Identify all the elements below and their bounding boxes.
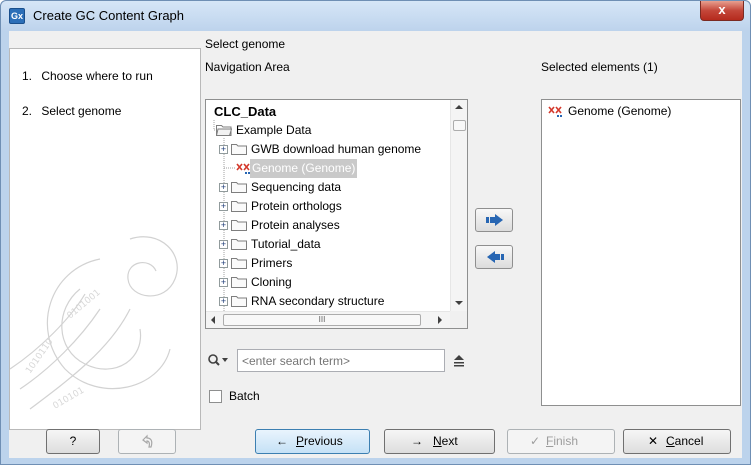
genome-icon	[548, 106, 562, 117]
tree-item[interactable]: + GWB download human genome	[206, 140, 450, 159]
folder-icon	[231, 201, 247, 212]
previous-button[interactable]: ← Previous	[255, 429, 370, 454]
tree-item[interactable]: + Primers	[206, 254, 450, 273]
cancel-button[interactable]: ✕ Cancel	[623, 429, 731, 454]
tree-item[interactable]: + Cloning	[206, 273, 450, 292]
title-bar[interactable]: Gx Create GC Content Graph x	[1, 1, 750, 31]
tree-item-label: Protein analyses	[251, 218, 340, 232]
search-row	[205, 349, 467, 373]
tree-item[interactable]: + Tutorial_data	[206, 235, 450, 254]
folder-icon	[231, 144, 247, 155]
scroll-right-arrow-icon[interactable]	[437, 316, 443, 324]
selected-item-label: Genome (Genome)	[568, 104, 672, 118]
tree-item-label: Primers	[251, 256, 293, 270]
expand-icon[interactable]: +	[219, 259, 228, 268]
folder-icon	[231, 258, 247, 269]
restore-defaults-button[interactable]	[118, 429, 176, 454]
app-icon: Gx	[9, 8, 25, 24]
expand-icon[interactable]: +	[219, 221, 228, 230]
previous-label: Previous	[296, 434, 343, 448]
folder-icon	[231, 239, 247, 250]
navigation-area-label: Navigation Area	[205, 60, 290, 74]
batch-label: Batch	[229, 389, 260, 403]
navigation-tree[interactable]: CLC_Data Example Data + GWB download hum…	[205, 99, 468, 329]
help-label: ?	[69, 434, 77, 448]
window-title: Create GC Content Graph	[33, 8, 185, 23]
tree-item[interactable]: + Protein orthologs	[206, 197, 450, 216]
tree-item-label: Genome (Genome)	[250, 159, 358, 178]
scroll-corner	[450, 311, 467, 328]
tree-item-selected[interactable]: Genome (Genome)	[206, 159, 450, 178]
close-button[interactable]: x	[700, 1, 744, 21]
vertical-scrollbar[interactable]	[450, 100, 467, 312]
undo-icon	[142, 434, 153, 448]
selected-elements-label: Selected elements (1)	[541, 60, 658, 74]
search-options-icon[interactable]	[453, 354, 465, 367]
step-label: Choose where to run	[41, 69, 153, 83]
svg-text:1010110: 1010110	[24, 337, 55, 376]
search-icon[interactable]	[207, 353, 229, 367]
help-button[interactable]: ?	[46, 429, 100, 454]
close-icon: ✕	[648, 434, 659, 448]
cancel-label: Cancel	[666, 434, 704, 448]
scroll-left-arrow-icon[interactable]	[210, 316, 216, 324]
tree-item[interactable]: + Protein analyses	[206, 216, 450, 235]
svg-text:010101: 010101	[52, 386, 87, 412]
tree-item-label: Example Data	[236, 123, 312, 137]
arrow-left-icon	[487, 251, 504, 263]
spiral-watermark-icon: 0101001 1010110 010101	[10, 236, 178, 412]
tree-item[interactable]: + RNA secondary structure	[206, 292, 450, 311]
folder-open-icon	[216, 125, 232, 136]
expand-icon[interactable]: +	[219, 297, 228, 306]
scroll-down-arrow-icon[interactable]	[455, 300, 463, 306]
scroll-up-arrow-icon[interactable]	[455, 104, 463, 110]
wizard-step-select-genome: 2. Select genome	[22, 104, 121, 118]
wizard-steps-panel: 1. Choose where to run 2. Select genome …	[9, 48, 201, 430]
expand-icon[interactable]: +	[219, 240, 228, 249]
svg-text:0101001: 0101001	[66, 288, 103, 321]
genome-icon	[236, 163, 250, 174]
tree-item-label: Sequencing data	[251, 180, 342, 194]
add-to-selected-button[interactable]	[475, 208, 513, 232]
batch-checkbox[interactable]	[209, 390, 222, 403]
finish-button[interactable]: ✓ Finish	[507, 429, 615, 454]
folder-icon	[231, 296, 247, 307]
expand-icon[interactable]: +	[219, 202, 228, 211]
finish-label: Finish	[546, 434, 579, 448]
arrow-left-icon: ←	[276, 434, 288, 448]
remove-from-selected-button[interactable]	[475, 245, 513, 269]
vertical-scroll-thumb[interactable]	[453, 120, 466, 131]
arrow-right-icon	[486, 214, 503, 226]
horizontal-scroll-thumb[interactable]: III	[223, 314, 421, 326]
wizard-step-choose-where-to-run: 1. Choose where to run	[22, 69, 153, 83]
selected-item[interactable]: Genome (Genome)	[542, 102, 740, 121]
tree-item-label: Cloning	[251, 275, 292, 289]
next-label: Next	[433, 434, 458, 448]
expand-icon[interactable]: +	[219, 145, 228, 154]
folder-icon	[231, 277, 247, 288]
next-button[interactable]: → Next	[384, 429, 495, 454]
step-number: 2.	[22, 104, 33, 118]
dialog-body: 1. Choose where to run 2. Select genome …	[9, 31, 742, 458]
tree-item-label: GWB download human genome	[251, 142, 422, 156]
tree-item[interactable]: Example Data	[206, 121, 450, 140]
step-label: Select genome	[41, 104, 122, 118]
selected-elements-list[interactable]: Genome (Genome)	[541, 99, 741, 406]
tree-item-label: RNA secondary structure	[251, 294, 385, 308]
horizontal-scrollbar[interactable]: III	[206, 311, 450, 328]
section-title: Select genome	[205, 37, 286, 51]
dialog-window: Gx Create GC Content Graph x 1. Choose w…	[0, 0, 751, 465]
tree-item[interactable]: + Sequencing data	[206, 178, 450, 197]
tree-item-label: Protein orthologs	[251, 199, 342, 213]
search-input[interactable]	[237, 349, 445, 372]
checkmark-icon: ✓	[530, 434, 541, 448]
folder-icon	[231, 220, 247, 231]
folder-icon	[231, 182, 247, 193]
tree-item-label: Tutorial_data	[251, 237, 321, 251]
expand-icon[interactable]: +	[219, 278, 228, 287]
arrow-right-icon: →	[411, 434, 423, 448]
expand-icon[interactable]: +	[219, 183, 228, 192]
step-number: 1.	[22, 69, 33, 83]
